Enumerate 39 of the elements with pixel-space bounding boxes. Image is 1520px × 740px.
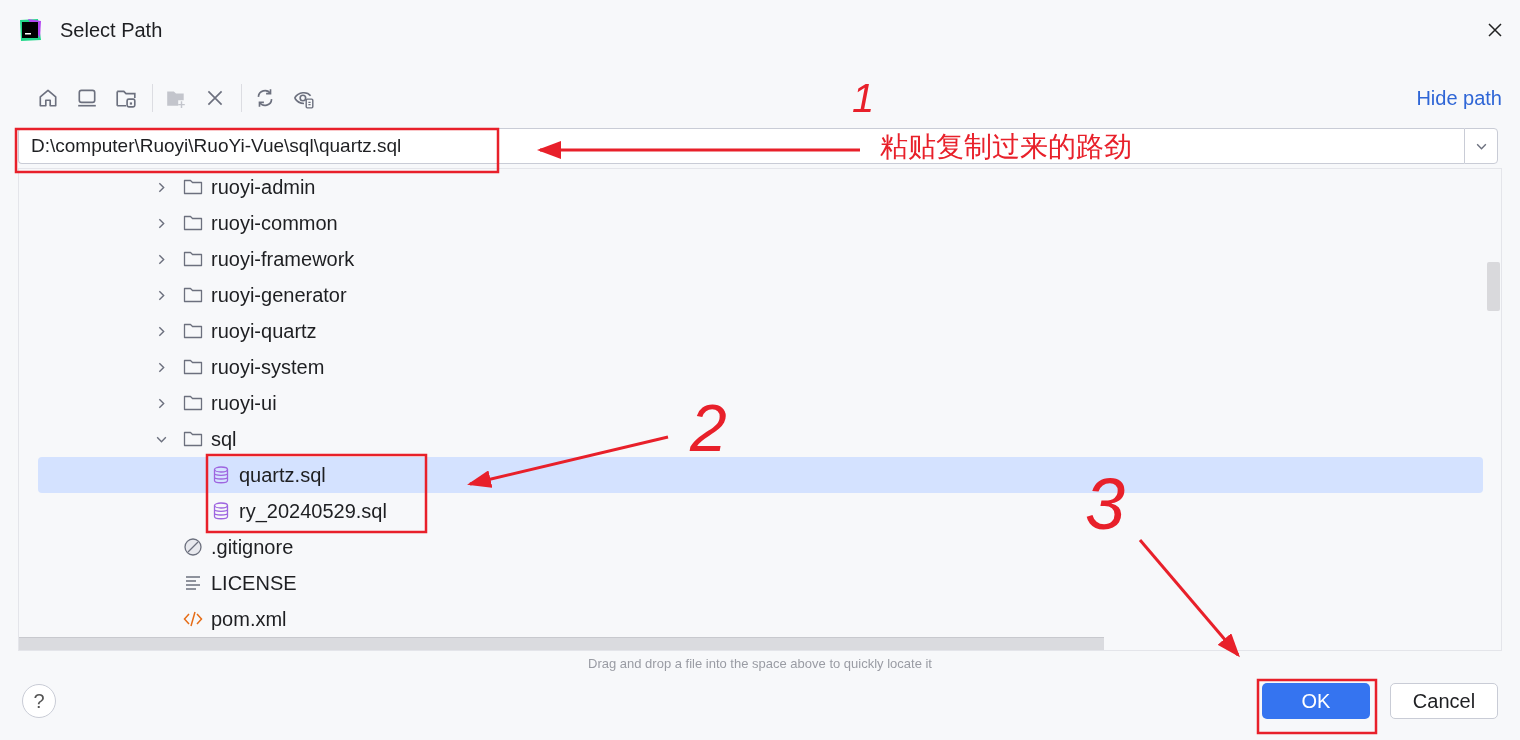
scrollbar-thumb[interactable] <box>19 637 1104 650</box>
tree-item[interactable]: sql <box>38 421 243 457</box>
help-button[interactable]: ? <box>22 684 56 718</box>
app-logo-icon <box>18 18 42 42</box>
database-icon <box>211 465 231 485</box>
close-icon[interactable] <box>1487 22 1503 38</box>
scrollbar-thumb[interactable] <box>1487 262 1500 311</box>
desktop-icon[interactable] <box>76 87 98 109</box>
tree-item[interactable]: ruoyi-system <box>38 349 331 385</box>
tree-item[interactable]: .gitignore <box>38 529 300 565</box>
drop-hint: Drag and drop a file into the space above to quickly locate it <box>18 650 1502 675</box>
folder-icon <box>183 213 203 233</box>
hide-path-link[interactable]: Hide path <box>1416 86 1502 110</box>
folder-icon <box>183 393 203 413</box>
tree-item[interactable]: ruoyi-framework <box>38 241 361 277</box>
folder-icon <box>183 429 203 449</box>
tree-item[interactable]: LICENSE <box>38 565 303 601</box>
folder-icon <box>183 249 203 269</box>
folder-icon <box>183 357 203 377</box>
handwritten-number: 1 <box>852 78 875 118</box>
home-icon[interactable] <box>37 87 59 109</box>
tree-item[interactable]: ruoyi-quartz <box>38 313 323 349</box>
database-icon <box>211 501 231 521</box>
code-icon <box>183 609 203 629</box>
folder-icon <box>183 177 203 197</box>
folder-icon <box>183 321 203 341</box>
tree-item[interactable]: ruoyi-ui <box>38 385 283 421</box>
tree-item[interactable]: ry_20240529.sql <box>38 493 393 529</box>
text-lines-icon <box>183 573 203 593</box>
annotation-text: 粘贴复制过来的路劲 <box>880 133 1132 161</box>
tree-item[interactable]: ruoyi-admin <box>38 169 322 205</box>
window-title: Select Path <box>60 18 163 42</box>
tree-item[interactable]: ruoyi-common <box>38 205 344 241</box>
ok-button[interactable]: OK <box>1262 683 1370 719</box>
tree-item[interactable]: pom.xml <box>38 601 293 637</box>
prohibited-icon <box>183 537 203 557</box>
folder-icon <box>183 285 203 305</box>
tree-item[interactable]: ruoyi-generator <box>38 277 353 313</box>
cancel-button[interactable]: Cancel <box>1390 683 1498 719</box>
